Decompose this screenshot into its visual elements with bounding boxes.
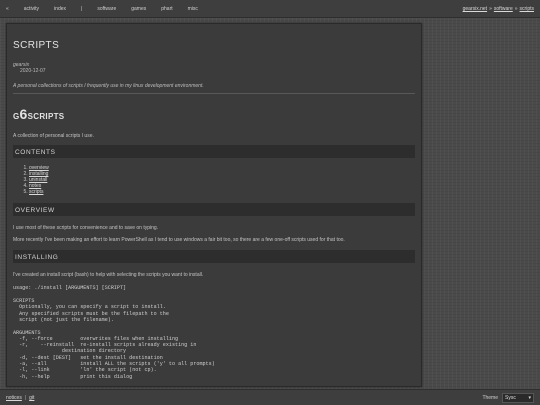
page-title: scripts [13,40,60,51]
title-rest: scripts [27,110,65,122]
footer: notices | git Theme Sysc ▾ [0,389,540,405]
home-link[interactable]: « [6,6,9,12]
article-title: g6scripts [13,106,415,122]
main-menu: « activity index | software games phart … [6,6,213,12]
nav-phart[interactable]: phart [161,6,172,12]
section-heading-installing: installing [13,250,415,264]
toc-link-notes[interactable]: notes [29,183,41,189]
theme-label: Theme [482,395,498,401]
breadcrumb-home[interactable]: gearsix.net [463,6,487,12]
usage-code-block: usage: ./install [ARGUMENTS] [SCRIPT] SC… [13,285,215,380]
toc-link-overview[interactable]: overview [29,165,49,171]
footer-links: notices | git [6,395,34,401]
title-digit: 6 [19,106,28,122]
top-navigation: « activity index | software games phart … [0,0,540,18]
toc-link-scripts[interactable]: scripts [29,189,43,195]
breadcrumb: gearsix.net» software» scripts [463,6,534,12]
nav-separator: | [81,6,83,12]
footer-link-git[interactable]: git [29,395,34,401]
table-of-contents: overview installing uninstall notes scri… [29,165,415,195]
section-heading-overview: overview [13,203,415,217]
footer-separator: | [24,395,27,401]
breadcrumb-software[interactable]: software [494,6,513,12]
page-description: A personal collections of scripts I freq… [13,83,204,89]
article-intro: A collection of personal scripts I use. [13,133,94,139]
nav-software[interactable]: software [97,6,116,12]
installing-paragraph: I've created an install script (bash) to… [13,272,204,279]
nav-games[interactable]: games [131,6,146,12]
chevron-down-icon: ▾ [528,395,531,401]
section-heading-contents: contents [13,145,415,158]
breadcrumb-scripts[interactable]: scripts [520,6,534,12]
page-meta: gearsix 2020-12-07 [13,62,415,74]
theme-select[interactable]: Sysc ▾ [502,393,534,403]
overview-paragraph-1: I use most of these scripts for convenie… [13,225,159,232]
toc-item: scripts [29,189,415,195]
footer-link-notices[interactable]: notices [6,395,22,401]
nav-activity[interactable]: activity [24,6,39,12]
breadcrumb-separator: » [514,6,518,12]
theme-select-value: Sysc [505,395,516,401]
content-panel[interactable]: scripts gearsix 2020-12-07 A personal co… [6,23,422,387]
page-date: 2020-12-07 [20,68,46,74]
nav-index[interactable]: index [54,6,66,12]
toc-link-installing[interactable]: installing [29,171,48,177]
divider [13,93,415,94]
overview-paragraph-2: More recently I've been making an effort… [13,237,345,244]
breadcrumb-separator: » [489,6,492,12]
theme-switcher: Theme Sysc ▾ [482,393,534,403]
nav-misc[interactable]: misc [188,6,198,12]
toc-link-uninstall[interactable]: uninstall [29,177,47,183]
